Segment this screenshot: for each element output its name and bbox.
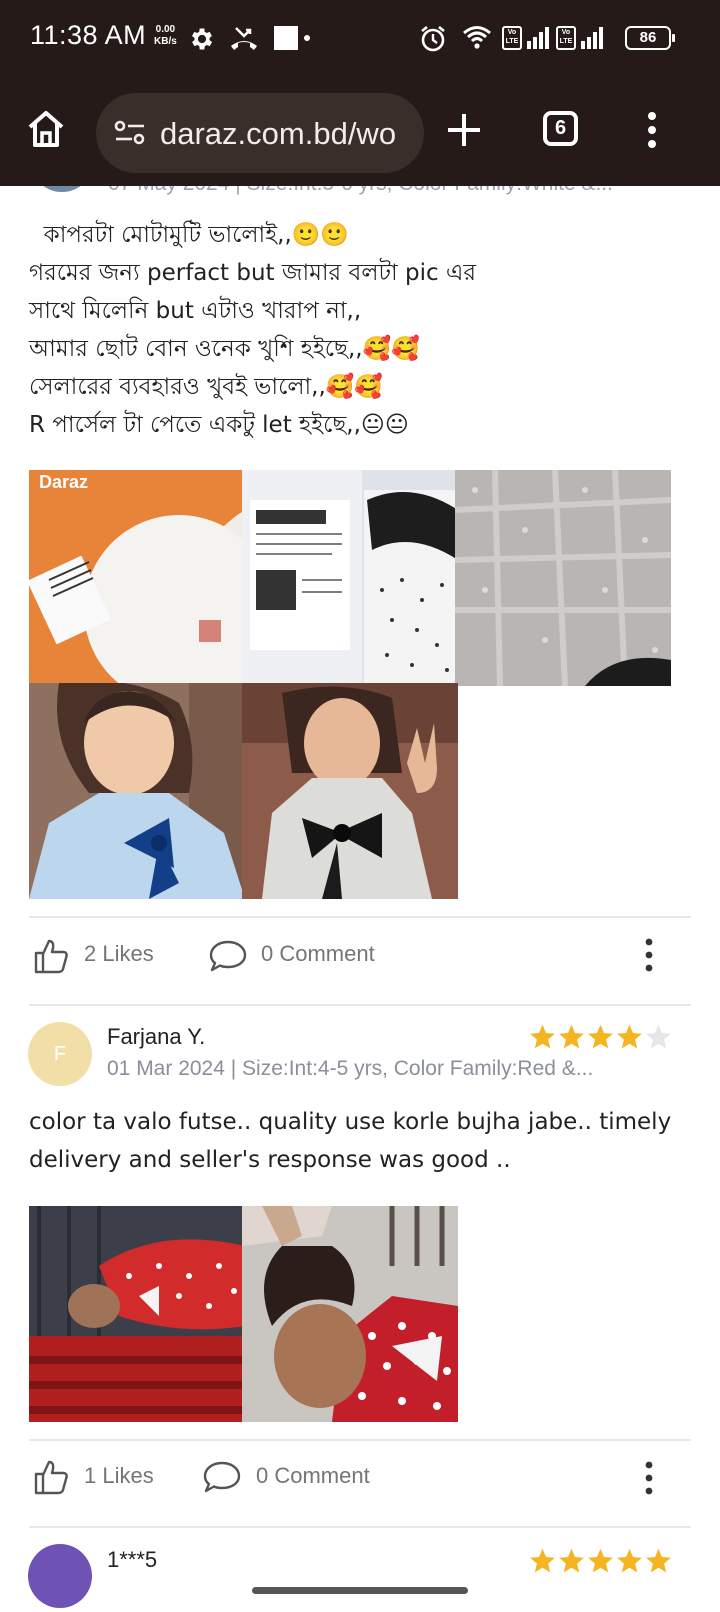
net-speed-unit: KB/s	[154, 36, 177, 47]
alarm-icon	[421, 25, 445, 52]
missed-call-icon	[231, 27, 257, 50]
likes-count[interactable]: 2 Likes	[84, 941, 154, 967]
star-rating	[528, 1547, 673, 1579]
volte-icon: Vo LTE	[502, 26, 522, 50]
review-text-line: আমার ছোট বোন ওনেক খুশি হইছে,,🥰🥰	[29, 336, 420, 362]
star-empty-icon	[646, 1024, 671, 1049]
review-image-child-red-dress[interactable]	[242, 1206, 458, 1422]
comment-icon[interactable]	[208, 938, 248, 974]
avatar	[28, 1544, 92, 1608]
avatar	[30, 186, 94, 192]
notification-dot-icon	[304, 35, 310, 41]
review-text-line: গরমের জন্য perfact but জামার বলটা pic এর	[29, 260, 477, 286]
divider	[29, 1004, 691, 1006]
divider	[29, 916, 691, 918]
star-filled-icon	[617, 1024, 642, 1049]
review-image-dress-fabric[interactable]	[455, 470, 671, 686]
comments-count[interactable]: 0 Comment	[256, 1463, 370, 1489]
status-time: 11:38 AM	[30, 20, 147, 50]
review-image-parcel-label[interactable]	[242, 470, 458, 686]
star-filled-icon	[646, 1548, 671, 1573]
svg-text:Daraz: Daraz	[39, 472, 88, 492]
review-image-girl-blue-bow[interactable]	[29, 683, 245, 899]
review-text-line: সেলারের ব্যবহারও খুবই ভালো,,🥰🥰	[29, 374, 384, 400]
thumbs-up-icon[interactable]	[33, 938, 69, 974]
review-meta: 07 May 2024 | Size:Int:5-6 yrs, Color Fa…	[108, 186, 678, 196]
review-image-girl-black-bow[interactable]	[242, 683, 458, 899]
comment-icon[interactable]	[202, 1459, 242, 1495]
site-settings-icon[interactable]	[114, 119, 146, 147]
review-image-daraz-parcel[interactable]: Daraz	[29, 470, 245, 686]
net-speed-value: 0.00	[155, 24, 176, 35]
notification-square-icon	[274, 26, 298, 50]
volte-icon: Vo LTE	[556, 26, 576, 50]
review-image-boy-red-dress[interactable]	[29, 1206, 245, 1422]
more-options-icon[interactable]	[643, 1461, 655, 1495]
review-text-line: delivery and seller's response was good …	[29, 1147, 511, 1173]
review-text: color ta valo futse.. quality use korle …	[29, 1103, 697, 1179]
url-text[interactable]: daraz.com.bd/wo	[160, 116, 396, 152]
network-speed: 0.00 KB/s	[154, 24, 177, 48]
star-filled-icon	[588, 1548, 613, 1573]
home-icon[interactable]	[24, 107, 68, 151]
review-text: কাপরটা মোটামুটি ভালোই,,🙂🙂 গরমের জন্য per…	[29, 216, 689, 444]
browser-toolbar: daraz.com.bd/wo 6	[0, 80, 720, 186]
thumbs-up-icon[interactable]	[33, 1459, 69, 1495]
star-filled-icon	[530, 1024, 555, 1049]
review-text-line: R পার্সেল টা পেতে একটু let হইছে,,😐😐	[29, 412, 409, 438]
divider	[29, 1526, 691, 1528]
review-text-line: color ta valo futse.. quality use korle …	[29, 1109, 672, 1135]
star-rating	[528, 1023, 673, 1055]
tab-switcher-button[interactable]: 6	[543, 111, 578, 146]
avatar-letter: F	[53, 1043, 67, 1065]
star-filled-icon	[617, 1548, 642, 1573]
divider	[29, 1439, 691, 1441]
avatar: F	[28, 1022, 92, 1086]
status-bar: 11:38 AM 0.00 KB/s Vo LTE Vo LTE 86	[0, 0, 720, 80]
signal-icon	[581, 27, 603, 49]
gear-icon	[191, 28, 213, 50]
tab-count: 6	[554, 117, 567, 139]
comments-count[interactable]: 0 Comment	[261, 941, 375, 967]
review-text-line: সাথে মিলেনি but এটাও খারাপ না,,	[29, 298, 362, 324]
reviews-list[interactable]: 07 May 2024 | Size:Int:5-6 yrs, Color Fa…	[0, 186, 720, 1612]
star-filled-icon	[588, 1024, 613, 1049]
review-meta: 01 Mar 2024 | Size:Int:4-5 yrs, Color Fa…	[107, 1057, 594, 1080]
star-filled-icon	[530, 1548, 555, 1573]
battery-icon: 86	[625, 26, 675, 50]
wifi-icon	[463, 26, 491, 49]
star-filled-icon	[559, 1548, 584, 1573]
new-tab-icon[interactable]	[444, 110, 484, 150]
star-filled-icon	[559, 1024, 584, 1049]
review-text-line: কাপরটা মোটামুটি ভালোই,,🙂🙂	[29, 222, 350, 248]
signal-icon	[527, 27, 549, 49]
url-bar[interactable]: daraz.com.bd/wo	[96, 93, 424, 173]
more-vert-icon[interactable]	[646, 111, 658, 149]
reviewer-name: Farjana Y.	[107, 1024, 206, 1049]
likes-count[interactable]: 1 Likes	[84, 1463, 154, 1489]
reviewer-name: 1***5	[107, 1547, 158, 1572]
home-indicator[interactable]	[252, 1587, 468, 1594]
more-options-icon[interactable]	[643, 938, 655, 972]
